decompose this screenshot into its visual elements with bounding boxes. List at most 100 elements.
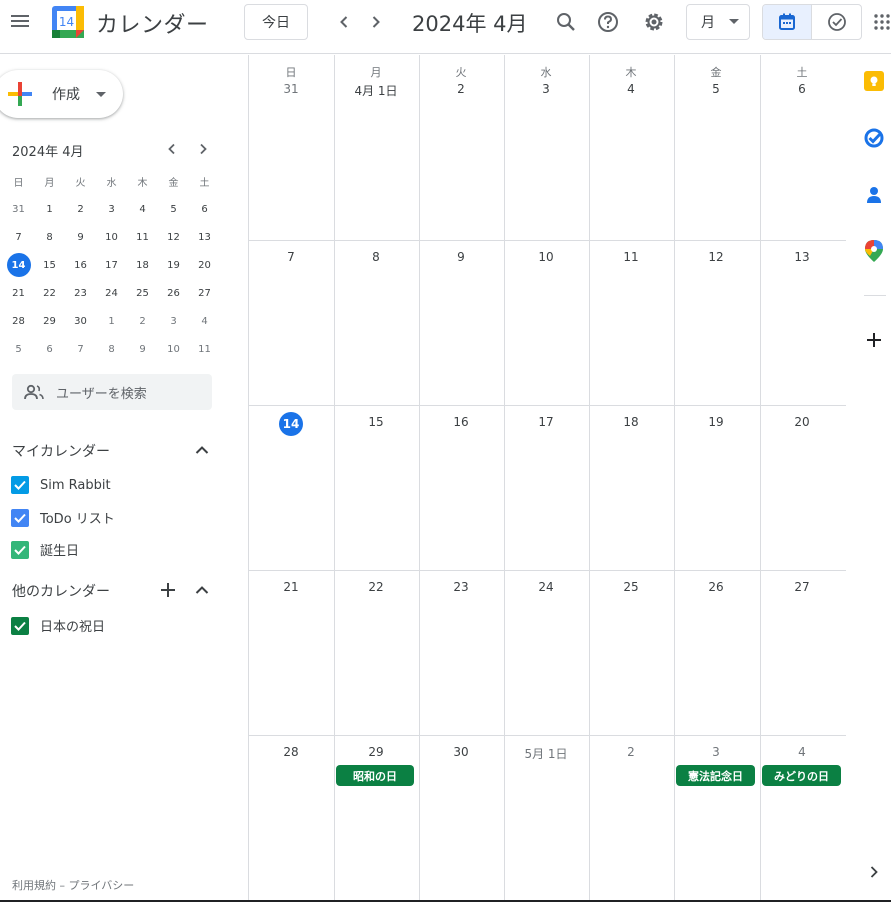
mini-day[interactable]: 9 xyxy=(127,335,158,363)
mini-day[interactable]: 5 xyxy=(3,335,34,363)
mini-day[interactable]: 23 xyxy=(65,279,96,307)
day-number[interactable]: 4 xyxy=(589,82,673,96)
checkbox-checked-icon[interactable] xyxy=(11,616,29,635)
mini-day[interactable]: 27 xyxy=(189,279,220,307)
mini-day[interactable]: 12 xyxy=(158,223,189,251)
keep-icon[interactable] xyxy=(858,65,890,97)
create-button[interactable]: 作成 xyxy=(0,70,123,118)
calendar-view-button[interactable] xyxy=(763,5,812,39)
day-number[interactable]: 15 xyxy=(334,415,418,429)
day-number[interactable]: 21 xyxy=(249,580,333,594)
day-number[interactable]: 20 xyxy=(760,415,844,429)
mini-day[interactable]: 6 xyxy=(34,335,65,363)
mini-day[interactable]: 6 xyxy=(189,195,220,223)
mini-day[interactable]: 5 xyxy=(158,195,189,223)
day-number[interactable]: 5月 1日 xyxy=(504,745,588,762)
tasks-icon[interactable] xyxy=(858,122,890,154)
day-number[interactable]: 19 xyxy=(674,415,758,429)
day-number[interactable]: 18 xyxy=(589,415,673,429)
mini-day[interactable]: 30 xyxy=(65,307,96,335)
mini-day[interactable]: 9 xyxy=(65,223,96,251)
mini-prev-button[interactable] xyxy=(157,134,187,164)
day-number[interactable]: 6 xyxy=(760,82,844,96)
day-number[interactable]: 27 xyxy=(760,580,844,594)
add-icon[interactable] xyxy=(858,324,890,356)
collapse-my-calendars-button[interactable] xyxy=(186,434,218,466)
mini-day[interactable]: 15 xyxy=(34,251,65,279)
day-number[interactable]: 29 xyxy=(334,745,418,759)
mini-day[interactable]: 20 xyxy=(189,251,220,279)
mini-day[interactable]: 1 xyxy=(34,195,65,223)
day-number[interactable]: 3 xyxy=(674,745,758,759)
mini-day[interactable]: 13 xyxy=(189,223,220,251)
expand-icon[interactable] xyxy=(858,856,890,888)
checkbox-checked-icon[interactable] xyxy=(11,508,29,527)
menu-icon[interactable] xyxy=(4,5,36,37)
day-number[interactable]: 12 xyxy=(674,250,758,264)
calendar-item-japan-holidays[interactable]: 日本の祝日 xyxy=(11,616,105,635)
mini-day[interactable]: 7 xyxy=(65,335,96,363)
event-chip[interactable]: 昭和の日 xyxy=(336,765,414,786)
event-chip[interactable]: 憲法記念日 xyxy=(676,765,755,786)
search-users-input[interactable]: ユーザーを検索 xyxy=(12,374,212,410)
view-select[interactable]: 月 xyxy=(686,4,750,40)
day-number-today[interactable]: 14 xyxy=(249,412,333,436)
mini-day[interactable]: 17 xyxy=(96,251,127,279)
calendar-logo-icon[interactable]: 14 xyxy=(52,6,84,38)
mini-day[interactable]: 8 xyxy=(96,335,127,363)
mini-day-today[interactable]: 14 xyxy=(3,251,34,279)
mini-day[interactable]: 10 xyxy=(158,335,189,363)
mini-day[interactable]: 11 xyxy=(189,335,220,363)
mini-day[interactable]: 4 xyxy=(189,307,220,335)
mini-day[interactable]: 31 xyxy=(3,195,34,223)
mini-day[interactable]: 2 xyxy=(65,195,96,223)
mini-day[interactable]: 28 xyxy=(3,307,34,335)
day-number[interactable]: 11 xyxy=(589,250,673,264)
day-number[interactable]: 3 xyxy=(504,82,588,96)
day-number[interactable]: 24 xyxy=(504,580,588,594)
day-number[interactable]: 26 xyxy=(674,580,758,594)
calendar-item-birthdays[interactable]: 誕生日 xyxy=(11,540,79,559)
mini-day[interactable]: 8 xyxy=(34,223,65,251)
checkbox-checked-icon[interactable] xyxy=(11,540,29,559)
today-button[interactable]: 今日 xyxy=(244,4,308,40)
day-number[interactable]: 4 xyxy=(760,745,844,759)
day-number[interactable]: 31 xyxy=(249,82,333,96)
day-number[interactable]: 4月 1日 xyxy=(334,82,418,99)
add-other-calendar-button[interactable] xyxy=(152,574,184,606)
mini-day[interactable]: 1 xyxy=(96,307,127,335)
day-number[interactable]: 2 xyxy=(589,745,673,759)
tasks-view-button[interactable] xyxy=(812,5,861,39)
day-number[interactable]: 10 xyxy=(504,250,588,264)
day-number[interactable]: 7 xyxy=(249,250,333,264)
mini-day[interactable]: 18 xyxy=(127,251,158,279)
checkbox-checked-icon[interactable] xyxy=(11,476,29,494)
contacts-icon[interactable] xyxy=(858,179,890,211)
maps-icon[interactable] xyxy=(858,235,890,267)
mini-day[interactable]: 22 xyxy=(34,279,65,307)
mini-day[interactable]: 2 xyxy=(127,307,158,335)
mini-next-button[interactable] xyxy=(188,134,218,164)
event-chip[interactable]: みどりの日 xyxy=(762,765,841,786)
day-number[interactable]: 9 xyxy=(419,250,503,264)
day-number[interactable]: 2 xyxy=(419,82,503,96)
mini-day[interactable]: 26 xyxy=(158,279,189,307)
collapse-other-calendars-button[interactable] xyxy=(186,574,218,606)
mini-day[interactable]: 19 xyxy=(158,251,189,279)
mini-day[interactable]: 25 xyxy=(127,279,158,307)
next-month-button[interactable] xyxy=(360,6,392,38)
settings-icon[interactable] xyxy=(638,6,670,38)
day-number[interactable]: 25 xyxy=(589,580,673,594)
day-number[interactable]: 13 xyxy=(760,250,844,264)
mini-day[interactable]: 3 xyxy=(96,195,127,223)
help-icon[interactable] xyxy=(592,6,624,38)
day-number[interactable]: 28 xyxy=(249,745,333,759)
mini-day[interactable]: 3 xyxy=(158,307,189,335)
day-number[interactable]: 30 xyxy=(419,745,503,759)
mini-day[interactable]: 10 xyxy=(96,223,127,251)
day-number[interactable]: 8 xyxy=(334,250,418,264)
mini-day[interactable]: 29 xyxy=(34,307,65,335)
mini-day[interactable]: 4 xyxy=(127,195,158,223)
mini-day[interactable]: 7 xyxy=(3,223,34,251)
prev-month-button[interactable] xyxy=(328,6,360,38)
